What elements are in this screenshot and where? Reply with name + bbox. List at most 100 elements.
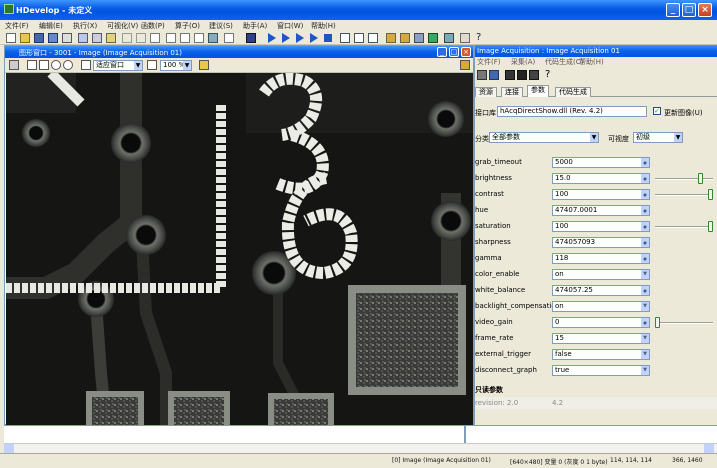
help-icon[interactable]: ? bbox=[476, 33, 486, 43]
spin-arrows-icon[interactable] bbox=[641, 286, 649, 295]
pointer-icon[interactable] bbox=[27, 60, 37, 70]
tool-b-icon[interactable] bbox=[400, 33, 410, 43]
param-spinbox[interactable]: 100 bbox=[552, 189, 650, 200]
draw-color-icon[interactable] bbox=[199, 60, 209, 70]
dropdown-arrow-icon[interactable]: ▼ bbox=[641, 350, 649, 359]
tool-e-icon[interactable] bbox=[444, 33, 454, 43]
slider-thumb[interactable] bbox=[708, 189, 713, 200]
acq-menu-acquire[interactable]: 采集(A) bbox=[509, 57, 543, 68]
graphics-window-icon[interactable] bbox=[208, 33, 218, 43]
snap-icon[interactable] bbox=[505, 70, 515, 80]
save-icon[interactable] bbox=[34, 33, 44, 43]
print-icon[interactable] bbox=[62, 33, 72, 43]
tool-a-icon[interactable] bbox=[386, 33, 396, 43]
graphics-settings-icon[interactable] bbox=[9, 60, 19, 70]
redo-icon[interactable] bbox=[136, 33, 146, 43]
param-dropdown[interactable]: false ▼ bbox=[552, 349, 650, 360]
graphics-close-button[interactable]: × bbox=[461, 47, 471, 57]
param-slider[interactable] bbox=[655, 194, 713, 196]
param-spinbox[interactable]: 100 bbox=[552, 221, 650, 232]
program-window-icon[interactable] bbox=[166, 33, 176, 43]
param-slider[interactable] bbox=[655, 226, 713, 228]
spin-arrows-icon[interactable] bbox=[641, 238, 649, 247]
tab-code-generation[interactable]: 代码生成 bbox=[555, 87, 591, 97]
slider-thumb[interactable] bbox=[708, 221, 713, 232]
horizontal-scrollbar[interactable] bbox=[4, 443, 717, 453]
spin-arrows-icon[interactable] bbox=[641, 158, 649, 167]
step-over-icon[interactable] bbox=[282, 33, 295, 43]
graphics-extra-icon[interactable] bbox=[460, 60, 470, 70]
menu-operators[interactable]: 算子(O) bbox=[170, 20, 204, 31]
acq-save-icon[interactable] bbox=[489, 70, 499, 80]
spin-arrows-icon[interactable] bbox=[641, 174, 649, 183]
group-combo[interactable]: 全部参数 ▼ bbox=[489, 132, 599, 143]
pcb-image-display[interactable] bbox=[6, 73, 473, 425]
zoom-level-icon[interactable] bbox=[147, 60, 157, 70]
tool-c-icon[interactable] bbox=[414, 33, 424, 43]
menu-edit[interactable]: 编辑(E) bbox=[34, 20, 68, 31]
close-button[interactable]: × bbox=[698, 3, 712, 17]
find-icon[interactable] bbox=[150, 33, 160, 43]
spin-arrows-icon[interactable] bbox=[641, 190, 649, 199]
tool-f-icon[interactable] bbox=[460, 33, 470, 43]
open-folder-icon[interactable] bbox=[20, 33, 30, 43]
param-spinbox[interactable]: 0 bbox=[552, 317, 650, 328]
param-dropdown[interactable]: 15 ▼ bbox=[552, 333, 650, 344]
acq-menu-codegen[interactable]: 代码生成(C) bbox=[543, 57, 583, 68]
display-icon[interactable] bbox=[246, 33, 256, 43]
param-spinbox[interactable]: 5000 bbox=[552, 157, 650, 168]
scroll-right-button[interactable] bbox=[704, 444, 714, 453]
run-icon[interactable] bbox=[268, 33, 281, 43]
copy-icon[interactable] bbox=[92, 33, 102, 43]
menu-file[interactable]: 文件(F) bbox=[0, 20, 34, 31]
dropdown-arrow-icon[interactable]: ▼ bbox=[641, 302, 649, 311]
acq-menu-file[interactable]: 文件(F) bbox=[475, 57, 509, 68]
operator-window-icon[interactable] bbox=[194, 33, 204, 43]
spin-arrows-icon[interactable] bbox=[641, 206, 649, 215]
slider-thumb[interactable] bbox=[698, 173, 703, 184]
graphics-minimize-button[interactable]: _ bbox=[437, 47, 447, 57]
step-into-icon[interactable] bbox=[296, 33, 309, 43]
variable-window-icon[interactable] bbox=[180, 33, 190, 43]
save-all-icon[interactable] bbox=[48, 33, 58, 43]
graphics-maximize-button[interactable]: □ bbox=[449, 47, 459, 57]
update-image-checkbox[interactable]: ✓ bbox=[653, 107, 661, 115]
live-icon[interactable] bbox=[517, 70, 527, 80]
menu-procedures[interactable]: 函数(P) bbox=[136, 20, 170, 31]
param-spinbox[interactable]: 118 bbox=[552, 253, 650, 264]
scroll-left-button[interactable] bbox=[4, 444, 14, 453]
menu-visualization[interactable]: 可视化(V) bbox=[102, 20, 138, 31]
magnify-icon[interactable] bbox=[63, 60, 73, 70]
panel-divider[interactable] bbox=[464, 426, 466, 444]
menu-window[interactable]: 窗口(W) bbox=[272, 20, 306, 31]
undo-icon[interactable] bbox=[122, 33, 132, 43]
dropdown-arrow-icon[interactable]: ▼ bbox=[641, 366, 649, 375]
clear-breakpoints-icon[interactable] bbox=[368, 33, 378, 43]
tool-d-icon[interactable] bbox=[428, 33, 438, 43]
menu-execute[interactable]: 执行(X) bbox=[68, 20, 102, 31]
menu-assistants[interactable]: 助手(A) bbox=[238, 20, 272, 31]
zoom-combo[interactable]: 100 % ▼ bbox=[160, 60, 192, 71]
param-dropdown[interactable]: on ▼ bbox=[552, 301, 650, 312]
pan-hand-icon[interactable] bbox=[39, 60, 49, 70]
spin-arrows-icon[interactable] bbox=[641, 318, 649, 327]
paste-icon[interactable] bbox=[106, 33, 116, 43]
fit-window-icon[interactable] bbox=[81, 60, 91, 70]
step-out-icon[interactable] bbox=[310, 33, 323, 43]
dropdown-arrow-icon[interactable]: ▼ bbox=[641, 334, 649, 343]
stop-icon[interactable] bbox=[324, 34, 332, 42]
param-spinbox[interactable]: 15.0 bbox=[552, 173, 650, 184]
visibility-combo[interactable]: 初级 ▼ bbox=[633, 132, 683, 143]
param-dropdown[interactable]: on ▼ bbox=[552, 269, 650, 280]
reset-program-icon[interactable] bbox=[340, 33, 350, 43]
fit-mode-combo[interactable]: 适应窗口 ▼ bbox=[93, 60, 143, 71]
spin-arrows-icon[interactable] bbox=[641, 254, 649, 263]
menu-suggestions[interactable]: 建议(S) bbox=[204, 20, 238, 31]
param-slider[interactable] bbox=[655, 178, 713, 180]
minimize-button[interactable]: _ bbox=[666, 3, 680, 17]
param-spinbox[interactable]: 474057093 bbox=[552, 237, 650, 248]
slider-thumb[interactable] bbox=[655, 317, 660, 328]
param-spinbox[interactable]: 474057.25 bbox=[552, 285, 650, 296]
spin-arrows-icon[interactable] bbox=[641, 222, 649, 231]
cut-icon[interactable] bbox=[78, 33, 88, 43]
